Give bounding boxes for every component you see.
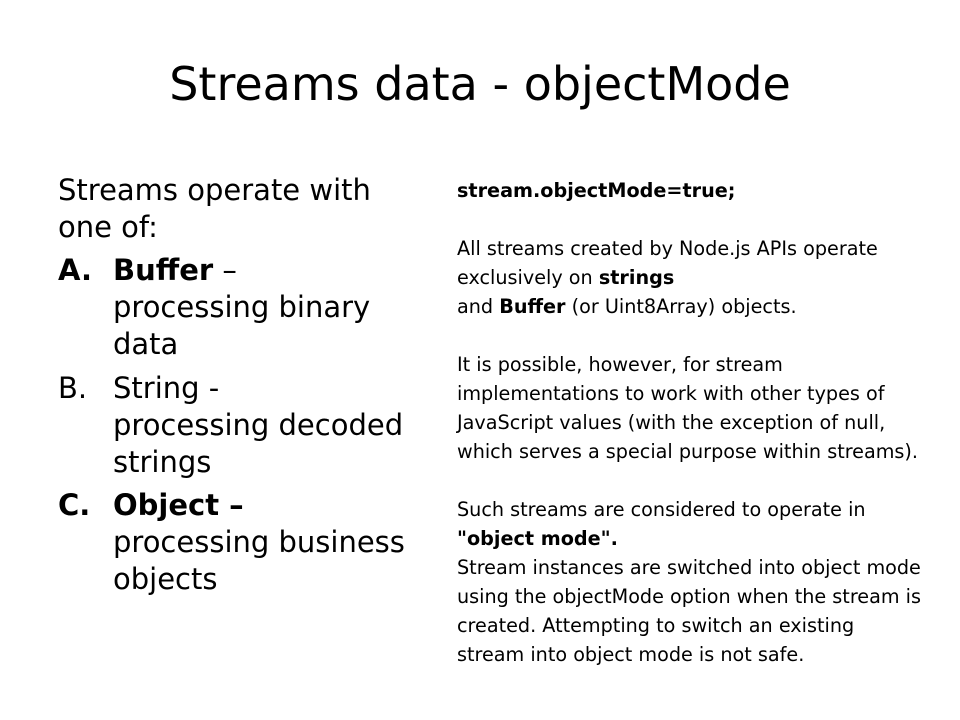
list-item-name: String - (113, 370, 220, 405)
list-marker: C. (58, 487, 91, 522)
p1-buffer: Buffer (499, 295, 566, 318)
right-column: stream.objectMode=true; All streams crea… (457, 176, 927, 669)
code-line: stream.objectMode=true; (457, 179, 736, 202)
intro-text: Streams operate with one of: (58, 173, 371, 245)
p3-text-b: Stream instances are switched into objec… (457, 556, 921, 666)
list-item-string: B. String - processing decoded strings (58, 370, 418, 481)
list-item-buffer: A. Buffer – processing binary data (58, 252, 418, 363)
slide: Streams data - objectMode Streams operat… (0, 0, 960, 720)
list-item-desc: processing decoded strings (113, 407, 404, 479)
p3-object-mode: "object mode". (457, 527, 618, 550)
list-item-desc: processing binary data (113, 290, 371, 362)
list-marker: A. (58, 253, 92, 288)
left-column: Streams operate with one of: A. Buffer –… (58, 172, 418, 604)
list-item-body: String - processing decoded strings (113, 370, 418, 481)
stream-type-list: A. Buffer – processing binary data B. Str… (58, 252, 418, 598)
list-item-desc: processing business objects (113, 524, 405, 597)
p1-strings: strings (598, 266, 675, 289)
paragraph-3: Such streams are considered to operate i… (457, 495, 927, 669)
slide-title: Streams data - objectMode (169, 57, 791, 111)
list-marker: B. (58, 370, 88, 405)
p3-text-a: Such streams are considered to operate i… (457, 498, 866, 521)
paragraph-1: All streams created by Node.js APIs oper… (457, 234, 927, 321)
p1-text-c: (or Uint8Array) objects. (565, 295, 797, 318)
list-item-name: Object – (113, 487, 244, 522)
list-item-body: Buffer – processing binary data (113, 252, 418, 363)
p1-text-b: and (457, 295, 500, 318)
list-item-object: C. Object – processing business objects (58, 487, 418, 598)
list-item-name: Buffer (113, 253, 214, 288)
list-item-separator: – (213, 253, 237, 288)
paragraph-2: It is possible, however, for stream impl… (457, 353, 919, 463)
list-item-body: Object – processing business objects (113, 487, 418, 598)
